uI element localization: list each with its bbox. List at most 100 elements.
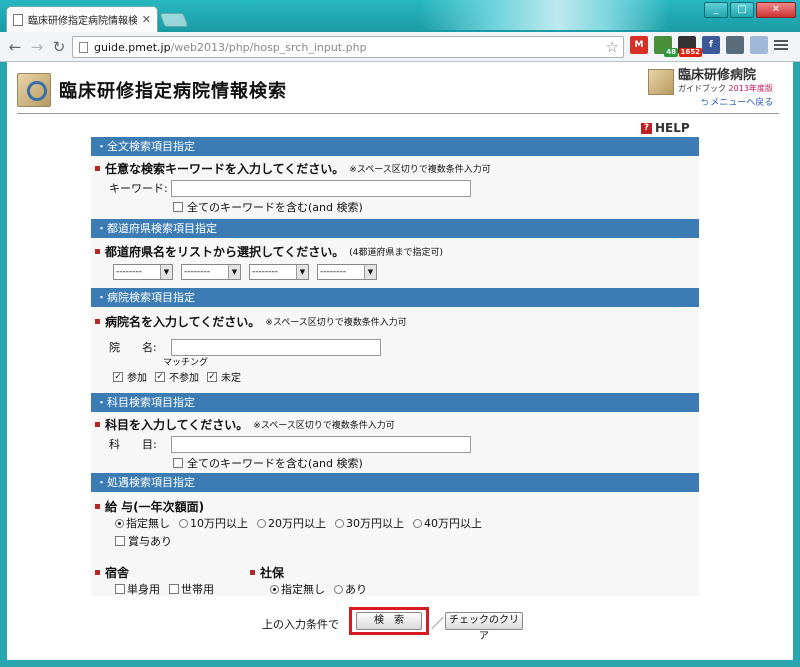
forward-arrow-icon[interactable]: → [26,38,48,56]
question-fulltext: 任意な検索キーワードを入力してください。 ※スペース区切りで複数条件入力可 [91,159,699,177]
subject-input[interactable] [171,435,471,453]
section-subject: 科目を入力してください。 ※スペース区切りで複数条件入力可 科 目: 全てのキー… [91,412,699,473]
bullet-square-icon [250,569,255,575]
help-question-icon: ? [641,122,652,134]
pref-select-3[interactable]: -------- ▼ [249,264,309,280]
section-header-subject: ・科目検索項目指定 [91,393,699,412]
matching-undecided-checkbox[interactable]: ✓ [207,371,217,382]
bookmark-star-icon[interactable]: ☆ [606,38,619,56]
section-header-hospital: ・病院検索項目指定 [91,288,699,307]
social-options: 指定無し あり [246,581,373,597]
keyword-input[interactable] [171,179,471,197]
dorm-family-checkbox[interactable] [169,584,179,594]
new-tab-button[interactable] [159,13,189,27]
salary-30-radio[interactable] [335,518,344,528]
matching-nojoin-checkbox[interactable]: ✓ [155,371,165,382]
back-arrow-icon[interactable]: ← [4,38,26,56]
close-window-button[interactable]: ✕ [756,2,796,18]
hospital-name-input[interactable] [171,338,381,356]
address-bar[interactable]: guide.pmet.jp /web2013/php/hosp_srch_inp… [72,36,624,58]
search-form: ・全文検索項目指定 任意な検索キーワードを入力してください。 ※スペース区切りで… [91,137,699,596]
section-header-fulltext: ・全文検索項目指定 [91,137,699,156]
theme-banner [420,0,670,30]
guidebook-logo[interactable]: 臨床研修病院 ガイドブック 2013年度版 [648,69,773,95]
subject-and-checkbox[interactable] [173,458,183,468]
social-yes-radio[interactable] [334,584,343,594]
matching-options: ✓ 参加 ✓ 不参加 ✓ 未定 [113,371,241,384]
form-footer: 上の入力条件で 検 索 ／ チェックのクリア [7,607,793,642]
guidebook-icon [648,69,674,95]
browser-toolbar: ← → ↻ guide.pmet.jp /web2013/php/hosp_sr… [0,32,800,62]
extension-star-icon[interactable] [750,36,768,54]
question-pref: 都道府県名をリストから選択してください。 (4都道府県まで指定可) [91,242,699,260]
section-header-benefits: ・処遇検索項目指定 [91,473,699,492]
hospital-name-label: 院 名: [109,341,157,354]
facebook-icon[interactable]: f [702,36,720,54]
guidebook-sub: ガイドブック 2013年度版 [678,84,773,93]
pref-select-2[interactable]: -------- ▼ [181,264,241,280]
dropdown-arrow-icon: ▼ [228,265,240,279]
salary-options: 指定無し 10万円以上 20万円以上 30万円以上 40万円以上 [91,515,699,531]
extension-counter-icon[interactable]: 48 [654,36,678,57]
help-link[interactable]: ? HELP [641,121,690,135]
url-path: /web2013/php/hosp_srch_input.php [170,40,367,54]
matching-label: マッチング [163,358,209,368]
bullet-square-icon [95,165,100,171]
bullet-square-icon [95,569,100,575]
section-pref: 都道府県名をリストから選択してください。 (4都道府県まで指定可) ------… [91,238,699,288]
bullet-square-icon [95,421,100,427]
section-benefits: 給 与(一年次額面) 指定無し 10万円以上 20万円以上 30万円以上 40万… [91,492,699,596]
browser-titlebar: 臨床研修指定病院情報検 ✕ _ □ ✕ [0,0,800,32]
dorm-single-checkbox[interactable] [115,584,125,594]
salary-any-radio[interactable] [115,518,124,528]
social-any-radio[interactable] [270,584,279,594]
page-icon [79,41,88,53]
footer-slash: ／ [431,617,445,632]
url-host: guide.pmet.jp [94,40,171,54]
clear-checks-button[interactable]: チェックのクリア [445,612,523,642]
subject-label: 科 目: [109,438,157,451]
search-button[interactable]: 検 索 [356,612,422,630]
section-hospital: 病院名を入力してください。 ※スペース区切りで複数条件入力可 院 名: マッチン… [91,307,699,393]
return-arrow-icon: ⮌ [701,98,709,108]
reload-icon[interactable]: ↻ [48,38,70,56]
bullet-square-icon [95,318,100,324]
salary-40-radio[interactable] [413,518,422,528]
keyword-label: キーワード: [109,182,168,195]
search-logo-icon [17,73,51,107]
page-header: 臨床研修指定病院情報検索 臨床研修病院 ガイドブック 2013年度版 ⮌ メニュ… [7,62,793,114]
bonus-checkbox[interactable] [115,536,125,546]
window-bottom-border [0,660,800,667]
browser-menu-icon[interactable] [774,38,788,52]
gmail-icon[interactable]: M [630,36,648,54]
question-hospital: 病院名を入力してください。 ※スペース区切りで複数条件入力可 [91,312,699,330]
question-social: 社保 [246,563,373,581]
salary-20-radio[interactable] [257,518,266,528]
tab-close-icon[interactable]: ✕ [142,13,151,26]
question-dorm: 宿舎 [91,563,246,581]
matching-join-checkbox[interactable]: ✓ [113,371,123,382]
back-to-menu-link[interactable]: ⮌ メニューへ戻る [701,95,773,111]
question-salary: 給 与(一年次額面) [91,497,699,515]
bullet-square-icon [95,248,100,254]
footer-text: 上の入力条件で [262,618,339,631]
pref-select-1[interactable]: -------- ▼ [113,264,173,280]
salary-10-radio[interactable] [179,518,188,528]
guidebook-title: 臨床研修病院 [678,68,757,83]
tab-title: 臨床研修指定病院情報検 [28,16,137,27]
pref-select-4[interactable]: -------- ▼ [317,264,377,280]
page-viewport: 臨床研修指定病院情報検索 臨床研修病院 ガイドブック 2013年度版 ⮌ メニュ… [7,62,793,660]
dropdown-arrow-icon: ▼ [296,265,308,279]
subject-and-option: 全てのキーワードを含む(and 検索) [91,455,699,471]
question-subject: 科目を入力してください。 ※スペース区切りで複数条件入力可 [91,415,699,433]
bonus-option: 賞与あり [91,533,699,549]
dropdown-arrow-icon: ▼ [160,265,172,279]
bullet-square-icon [95,503,100,509]
extension-notify-icon[interactable]: 1652 [678,36,702,57]
minimize-button[interactable]: _ [704,2,728,18]
maximize-button[interactable]: □ [730,2,754,18]
keyword-and-checkbox[interactable] [173,202,183,212]
header-divider [17,113,779,114]
calendar-extension-icon[interactable] [726,36,744,54]
browser-tab[interactable]: 臨床研修指定病院情報検 ✕ [6,6,158,32]
